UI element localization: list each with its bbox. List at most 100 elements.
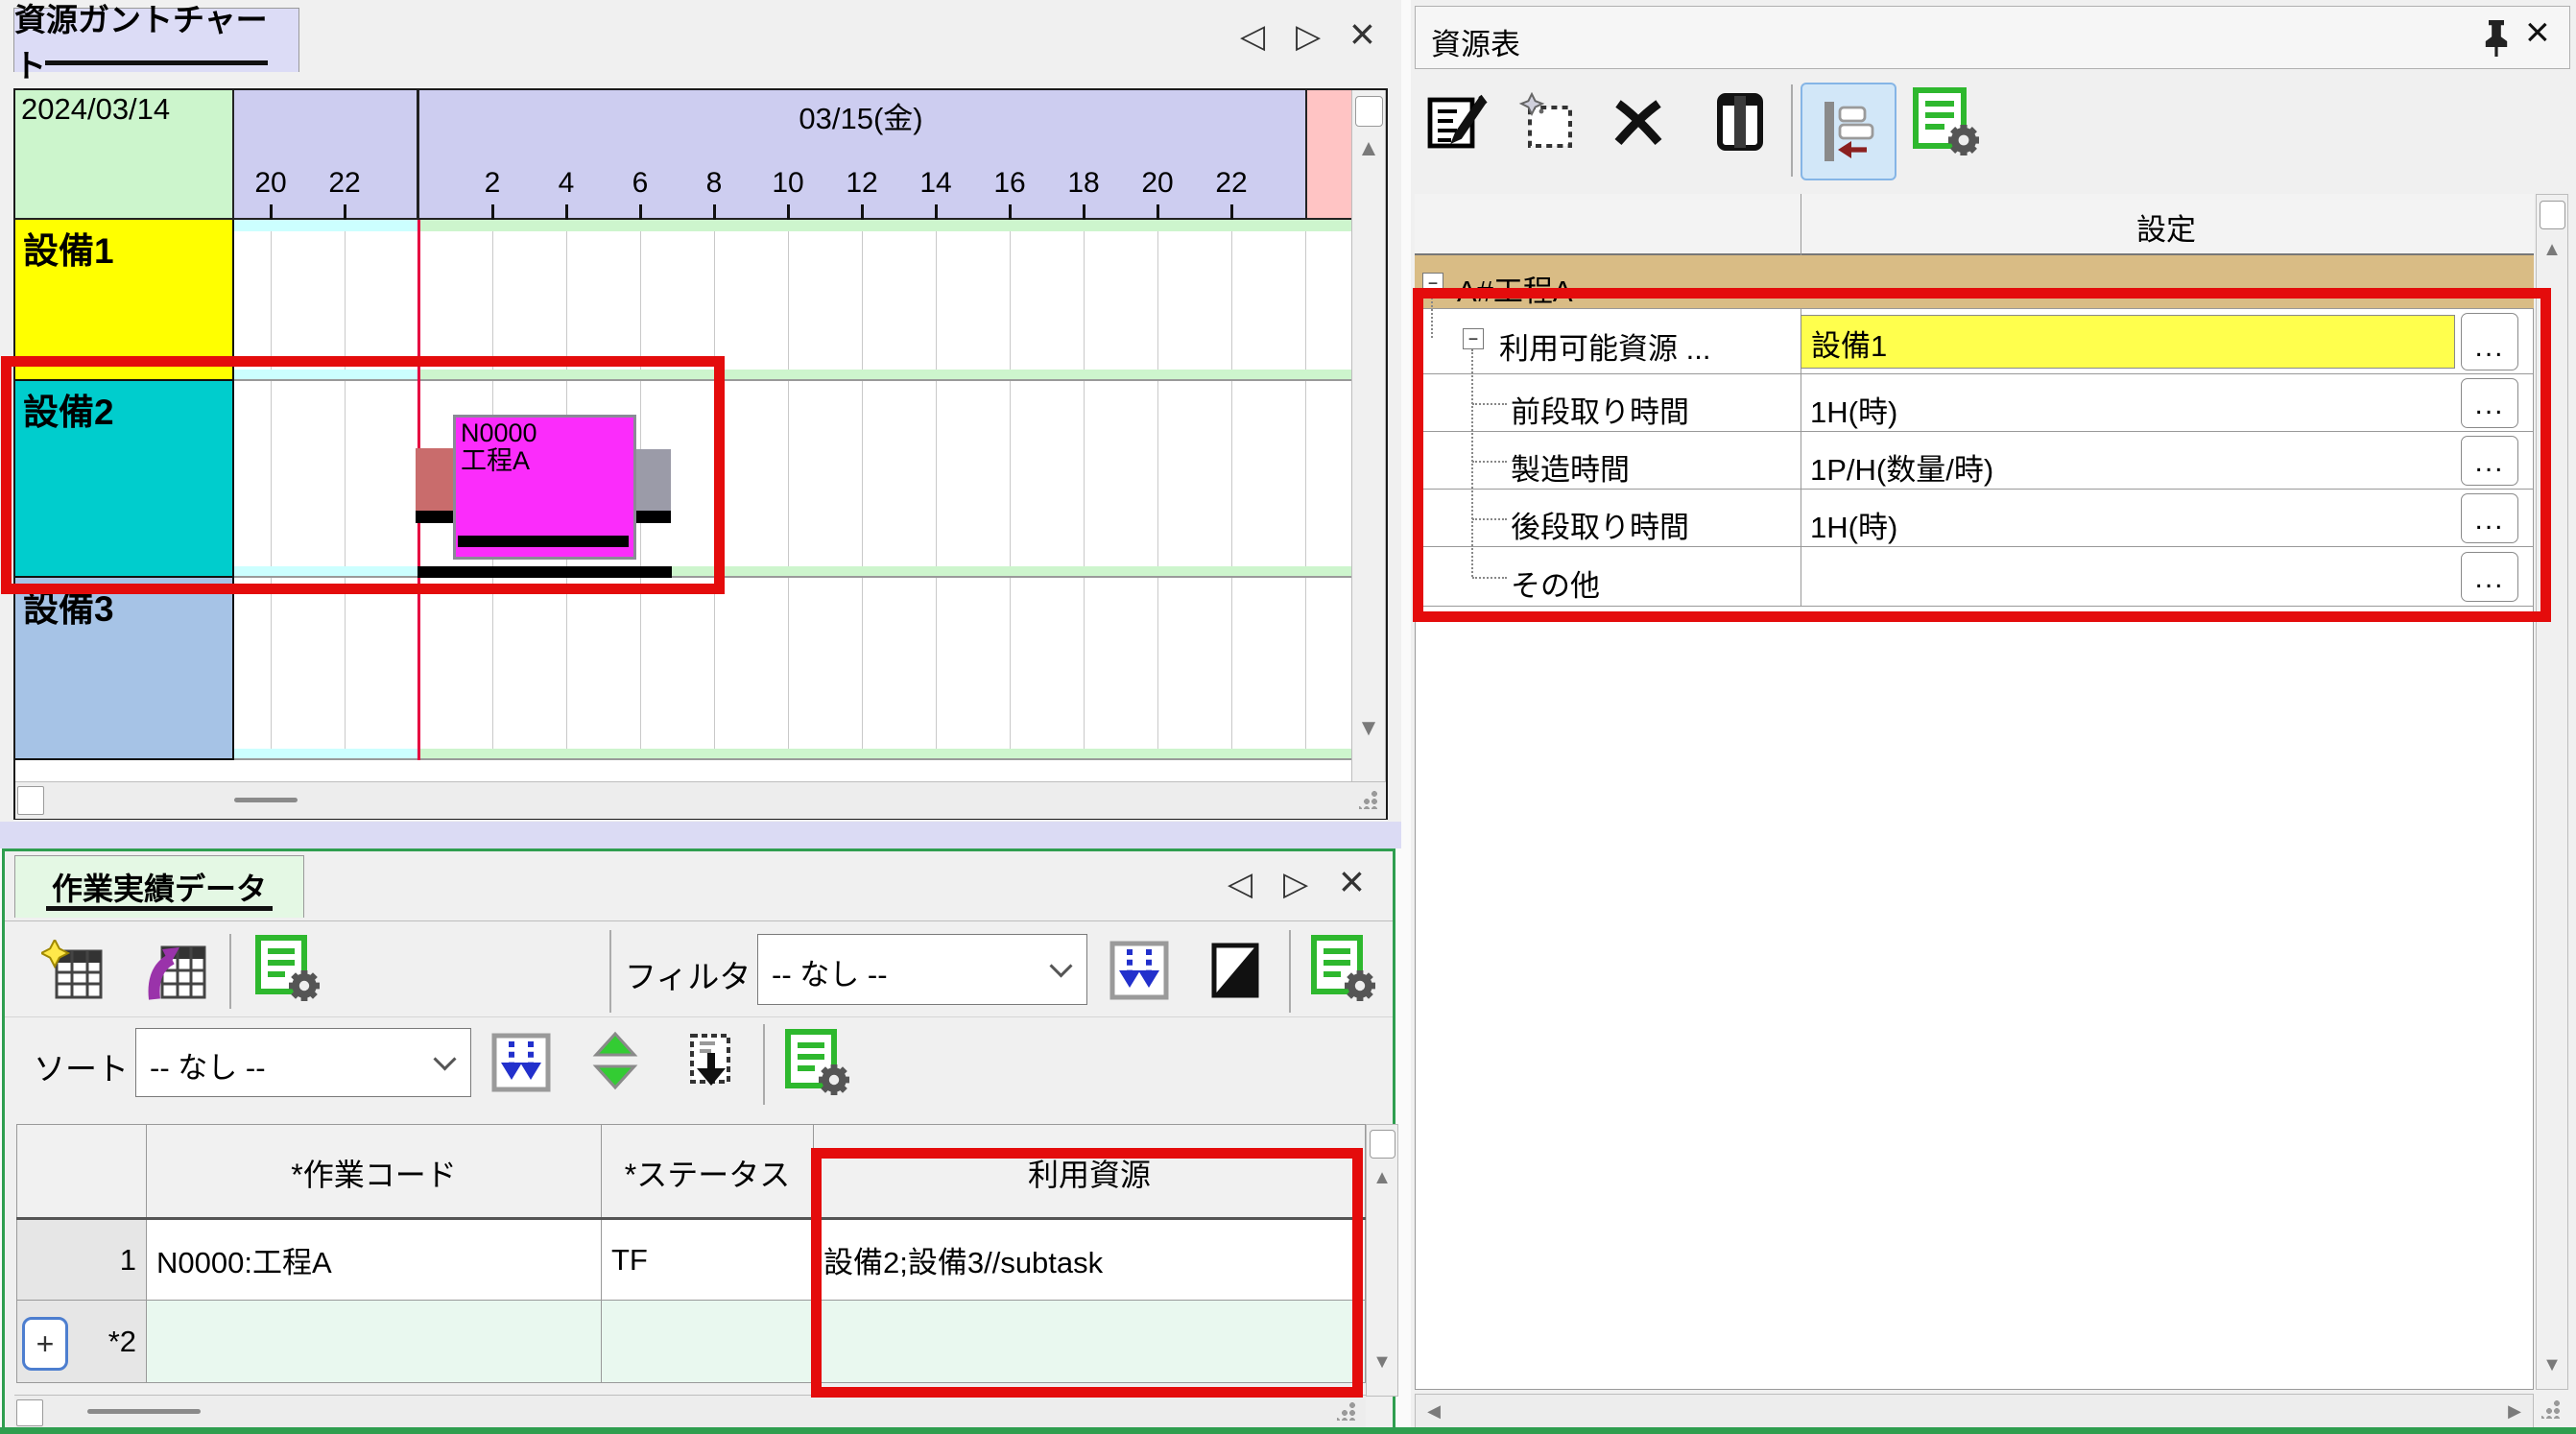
prev-tab-icon[interactable]: ◁ bbox=[1228, 865, 1252, 903]
apply-sort-icon[interactable] bbox=[490, 1032, 552, 1093]
available-resource-value-cell[interactable]: 設備1 bbox=[1801, 315, 2455, 369]
post-setup-browse-button[interactable]: ... bbox=[2461, 493, 2518, 543]
scroll-down-icon[interactable]: ▼ bbox=[1367, 1348, 1397, 1376]
resource-row-header-3[interactable]: 設備3 bbox=[15, 578, 234, 760]
panel-title: 資源表 bbox=[1431, 20, 1520, 63]
table-vertical-scrollbar[interactable]: ▲ ▼ bbox=[1366, 1124, 1398, 1397]
new-object-icon[interactable] bbox=[1518, 92, 1578, 152]
settings-column-header[interactable]: 設定 bbox=[1801, 205, 2532, 249]
task-main-block[interactable]: N0000 工程A bbox=[453, 415, 636, 560]
tree-row-process-a[interactable] bbox=[1415, 255, 2534, 309]
invert-filter-icon[interactable] bbox=[1206, 942, 1264, 999]
other-browse-button[interactable]: ... bbox=[2461, 552, 2518, 602]
edit-cell-icon[interactable] bbox=[1424, 90, 1488, 154]
tree-label-pre-setup-time: 前段取り時間 bbox=[1511, 388, 1689, 431]
gantt-time-header[interactable]: 03/15(金) 20 22 2 4 6 8 10 12 14 16 18 20… bbox=[234, 90, 1351, 220]
scroll-down-icon[interactable]: ▼ bbox=[1352, 712, 1385, 745]
resource-vertical-scrollbar[interactable]: ▲ ▼ bbox=[2536, 194, 2568, 1390]
scroll-right-icon[interactable]: ▶ bbox=[2500, 1398, 2529, 1424]
scroll-up-icon[interactable]: ▲ bbox=[1352, 132, 1385, 165]
collapse-icon[interactable]: − bbox=[1422, 273, 1443, 294]
task-process: 工程A bbox=[461, 447, 629, 475]
resize-grip-icon[interactable] bbox=[1337, 1401, 1356, 1421]
row-header[interactable]: 1 bbox=[16, 1220, 147, 1301]
scrollbar-thumb[interactable] bbox=[87, 1409, 201, 1414]
output-rows-icon[interactable] bbox=[682, 1032, 742, 1091]
tab-resource-gantt-chart[interactable]: 資源ガントチャート bbox=[13, 8, 299, 72]
task-teardown-block[interactable] bbox=[636, 449, 671, 512]
next-tab-icon[interactable]: ▷ bbox=[1283, 865, 1308, 903]
available-resource-browse-button[interactable]: ... bbox=[2461, 313, 2518, 370]
production-time-value[interactable]: 1P/H(数量/時) bbox=[1810, 445, 1993, 489]
gantt-horizontal-scrollbar[interactable] bbox=[15, 781, 1386, 819]
close-panel-icon[interactable]: × bbox=[2525, 9, 2550, 57]
task-setup-block[interactable] bbox=[416, 448, 454, 511]
cell-status[interactable]: TF bbox=[602, 1220, 814, 1301]
scrollbar-handle[interactable] bbox=[1355, 96, 1383, 127]
column-header-status[interactable]: *ステータス bbox=[602, 1124, 814, 1220]
filter-settings-icon[interactable] bbox=[1306, 934, 1379, 1007]
settings-header-row: 設定 bbox=[1415, 194, 2534, 255]
import-table-icon[interactable] bbox=[145, 940, 208, 1003]
table-settings-icon[interactable] bbox=[250, 934, 323, 1007]
column-header-used-resource[interactable]: 利用資源 bbox=[814, 1124, 1366, 1220]
table-horizontal-scrollbar[interactable] bbox=[14, 1395, 1366, 1428]
sort-dropdown[interactable]: -- なし -- bbox=[135, 1028, 471, 1097]
pre-setup-browse-button[interactable]: ... bbox=[2461, 378, 2518, 428]
tab-active-underline bbox=[46, 906, 273, 911]
gantt-date-cell-left[interactable]: 2024/03/14 bbox=[15, 90, 234, 220]
scrollbar-handle[interactable] bbox=[17, 786, 44, 815]
cell-work-code[interactable] bbox=[147, 1301, 602, 1383]
collapse-icon[interactable]: − bbox=[1463, 328, 1484, 349]
cell-used-resource[interactable]: 設備2;設備3//subtask bbox=[814, 1220, 1366, 1301]
tree-display-toggle[interactable] bbox=[1801, 83, 1896, 180]
cell-used-resource[interactable] bbox=[814, 1301, 1366, 1383]
resource-row-header-2[interactable]: 設備2 bbox=[15, 381, 234, 578]
resource-row-header-1[interactable]: 設備1 bbox=[15, 220, 234, 381]
pin-icon[interactable] bbox=[2475, 16, 2517, 59]
time-label: 10 bbox=[757, 167, 819, 200]
gantt-chart-area: 2024/03/14 03/15(金) 20 22 2 4 6 8 10 12 … bbox=[13, 88, 1388, 820]
tree-label-process-a: A#工程A bbox=[1457, 267, 1573, 310]
panel-title-bar[interactable]: 資源表 × bbox=[1415, 6, 2570, 69]
column-header-work-code[interactable]: *作業コード bbox=[147, 1124, 602, 1220]
filter-dropdown[interactable]: -- なし -- bbox=[757, 934, 1087, 1005]
scrollbar-handle[interactable] bbox=[16, 1399, 43, 1426]
delete-icon[interactable] bbox=[1610, 96, 1666, 150]
next-tab-icon[interactable]: ▷ bbox=[1296, 17, 1321, 56]
expand-row-icon[interactable]: + bbox=[22, 1317, 68, 1371]
app-window: 資源ガントチャート ◁ ▷ × 2024/03/14 03/15(金) 20 2… bbox=[0, 0, 2576, 1434]
panel-splitter[interactable] bbox=[0, 822, 1401, 848]
column-display-icon[interactable] bbox=[1710, 90, 1770, 154]
pre-setup-time-value[interactable]: 1H(時) bbox=[1810, 388, 1897, 431]
gantt-vertical-scrollbar[interactable]: ▲ ▼ bbox=[1351, 90, 1386, 781]
tree-label-production-time: 製造時間 bbox=[1511, 445, 1630, 489]
scroll-up-icon[interactable]: ▲ bbox=[1367, 1163, 1397, 1192]
property-settings-icon[interactable] bbox=[1908, 86, 1983, 161]
tree-label-post-setup-time: 後段取り時間 bbox=[1511, 503, 1689, 546]
production-browse-button[interactable]: ... bbox=[2461, 436, 2518, 486]
cell-work-code[interactable]: N0000:工程A bbox=[147, 1220, 602, 1301]
scrollbar-thumb[interactable] bbox=[234, 798, 298, 802]
row-header[interactable]: + *2 bbox=[16, 1301, 147, 1383]
scrollbar-handle[interactable] bbox=[1370, 1130, 1395, 1159]
scroll-up-icon[interactable]: ▲ bbox=[2537, 235, 2567, 264]
sort-label: ソート bbox=[34, 1043, 129, 1089]
post-setup-time-value[interactable]: 1H(時) bbox=[1810, 503, 1897, 546]
resize-grip-icon[interactable] bbox=[1359, 790, 1378, 809]
apply-filter-icon[interactable] bbox=[1109, 940, 1170, 1001]
scroll-left-icon[interactable]: ◀ bbox=[1419, 1398, 1448, 1424]
close-panel-icon[interactable]: × bbox=[1349, 8, 1375, 60]
sort-settings-icon[interactable] bbox=[780, 1028, 853, 1101]
resource-horizontal-scrollbar[interactable]: ◀ ▶ bbox=[1415, 1394, 2534, 1428]
scrollbar-handle[interactable] bbox=[2540, 201, 2565, 229]
close-panel-icon[interactable]: × bbox=[1339, 855, 1365, 907]
sort-direction-icon[interactable] bbox=[584, 1030, 646, 1091]
resize-grip-icon[interactable] bbox=[2541, 1399, 2561, 1419]
new-table-row-icon[interactable] bbox=[41, 940, 105, 1003]
tab-work-result-data[interactable]: 作業実績データ bbox=[14, 855, 304, 918]
scroll-down-icon[interactable]: ▼ bbox=[2537, 1350, 2567, 1379]
time-label: 16 bbox=[979, 167, 1040, 200]
cell-status[interactable] bbox=[602, 1301, 814, 1383]
prev-tab-icon[interactable]: ◁ bbox=[1240, 17, 1265, 56]
